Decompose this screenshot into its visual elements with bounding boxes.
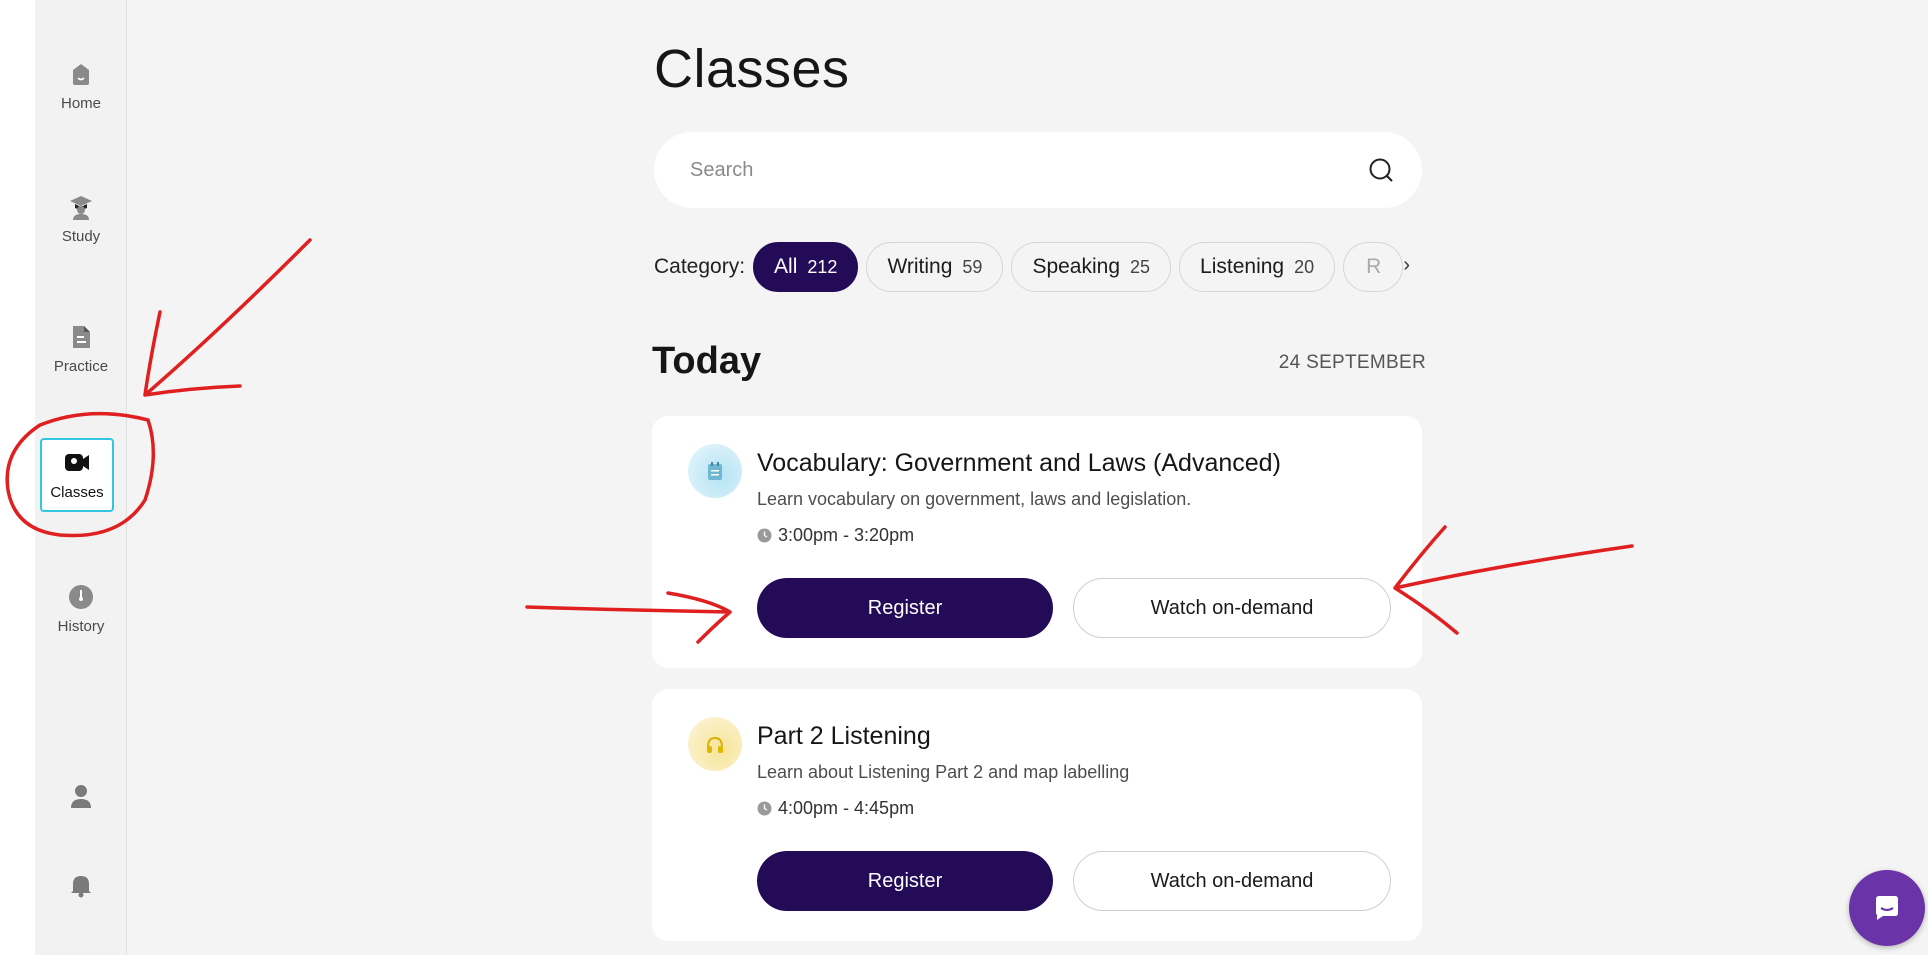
chip-count: 212 (807, 256, 838, 277)
headphones-icon (707, 736, 723, 753)
sidebar-item-label: Study (61, 228, 101, 245)
sidebar-item-history[interactable]: History (41, 573, 121, 645)
chat-icon (1876, 896, 1898, 920)
class-time-text: 3:00pm - 3:20pm (778, 525, 915, 545)
category-chip-speaking[interactable]: Speaking 25 (1011, 242, 1172, 292)
sidebar: Home Study Practice Classes History (35, 0, 127, 955)
chip-count: 59 (962, 256, 983, 277)
page-title: Classes (654, 39, 850, 99)
class-time: 4:00pm - 4:45pm (757, 798, 914, 819)
clock-icon (757, 528, 772, 543)
category-chip-writing[interactable]: Writing 59 (866, 242, 1004, 292)
register-button[interactable]: Register (757, 578, 1053, 638)
chip-label: R (1366, 255, 1382, 278)
class-description: Learn about Listening Part 2 and map lab… (757, 762, 1130, 782)
profile-button[interactable] (61, 776, 101, 816)
home-icon (73, 64, 89, 85)
sidebar-item-classes[interactable]: Classes (40, 438, 114, 512)
category-chip-all[interactable]: All 212 (753, 242, 859, 292)
search-input[interactable] (690, 158, 1368, 182)
chip-count: 20 (1294, 256, 1315, 277)
chip-count: 25 (1130, 256, 1151, 277)
window-edge (0, 0, 35, 955)
class-thumbnail (688, 444, 742, 498)
document-icon (73, 326, 90, 348)
category-filter: Category: All 212 Writing 59 Speaking 25… (654, 242, 1424, 292)
history-icon (69, 585, 93, 609)
annotation-arrow-sidebar (143, 238, 312, 397)
register-button[interactable]: Register (757, 851, 1053, 911)
sidebar-item-study[interactable]: Study (41, 183, 121, 255)
clock-icon (757, 801, 772, 816)
class-card: Vocabulary: Government and Laws (Advance… (652, 416, 1422, 668)
graduate-icon (70, 196, 92, 220)
class-description: Learn vocabulary on government, laws and… (757, 489, 1192, 509)
section-date: 24 SEPTEMBER (1278, 352, 1426, 373)
class-time: 3:00pm - 3:20pm (757, 525, 914, 546)
class-title: Vocabulary: Government and Laws (Advance… (757, 449, 1281, 477)
notepad-icon (708, 462, 722, 480)
sidebar-item-home[interactable]: Home (41, 50, 121, 122)
video-camera-icon (65, 454, 89, 471)
bell-icon (71, 876, 91, 898)
chat-button[interactable] (1849, 870, 1925, 946)
profile-icon (71, 785, 91, 808)
sidebar-item-label: Practice (53, 358, 109, 375)
sidebar-item-practice[interactable]: Practice (41, 313, 121, 385)
chip-label: Speaking (1032, 255, 1121, 278)
sidebar-item-label: Home (60, 95, 101, 112)
class-title: Part 2 Listening (757, 722, 931, 750)
section-title: Today (652, 340, 762, 382)
chip-label: Listening (1200, 255, 1285, 278)
sidebar-item-label: History (57, 618, 105, 635)
watch-on-demand-button[interactable]: Watch on-demand (1073, 851, 1391, 911)
class-thumbnail (688, 717, 742, 771)
annotation-arrow-watch (1393, 525, 1634, 635)
chip-label: All (774, 255, 798, 278)
category-chip-partial[interactable]: R (1343, 242, 1404, 292)
sidebar-item-label: Classes (50, 484, 104, 501)
chevron-right-icon[interactable]: › (1403, 254, 1410, 277)
chip-label: Writing (887, 255, 953, 278)
class-card: Part 2 Listening Learn about Listening P… (652, 689, 1422, 941)
watch-on-demand-button[interactable]: Watch on-demand (1073, 578, 1391, 638)
class-time-text: 4:00pm - 4:45pm (778, 798, 915, 818)
search-bar[interactable] (654, 132, 1422, 208)
notifications-button[interactable] (61, 865, 101, 905)
category-chip-listening[interactable]: Listening 20 (1179, 242, 1336, 292)
category-label: Category: (654, 255, 746, 278)
search-icon[interactable] (1368, 157, 1394, 183)
